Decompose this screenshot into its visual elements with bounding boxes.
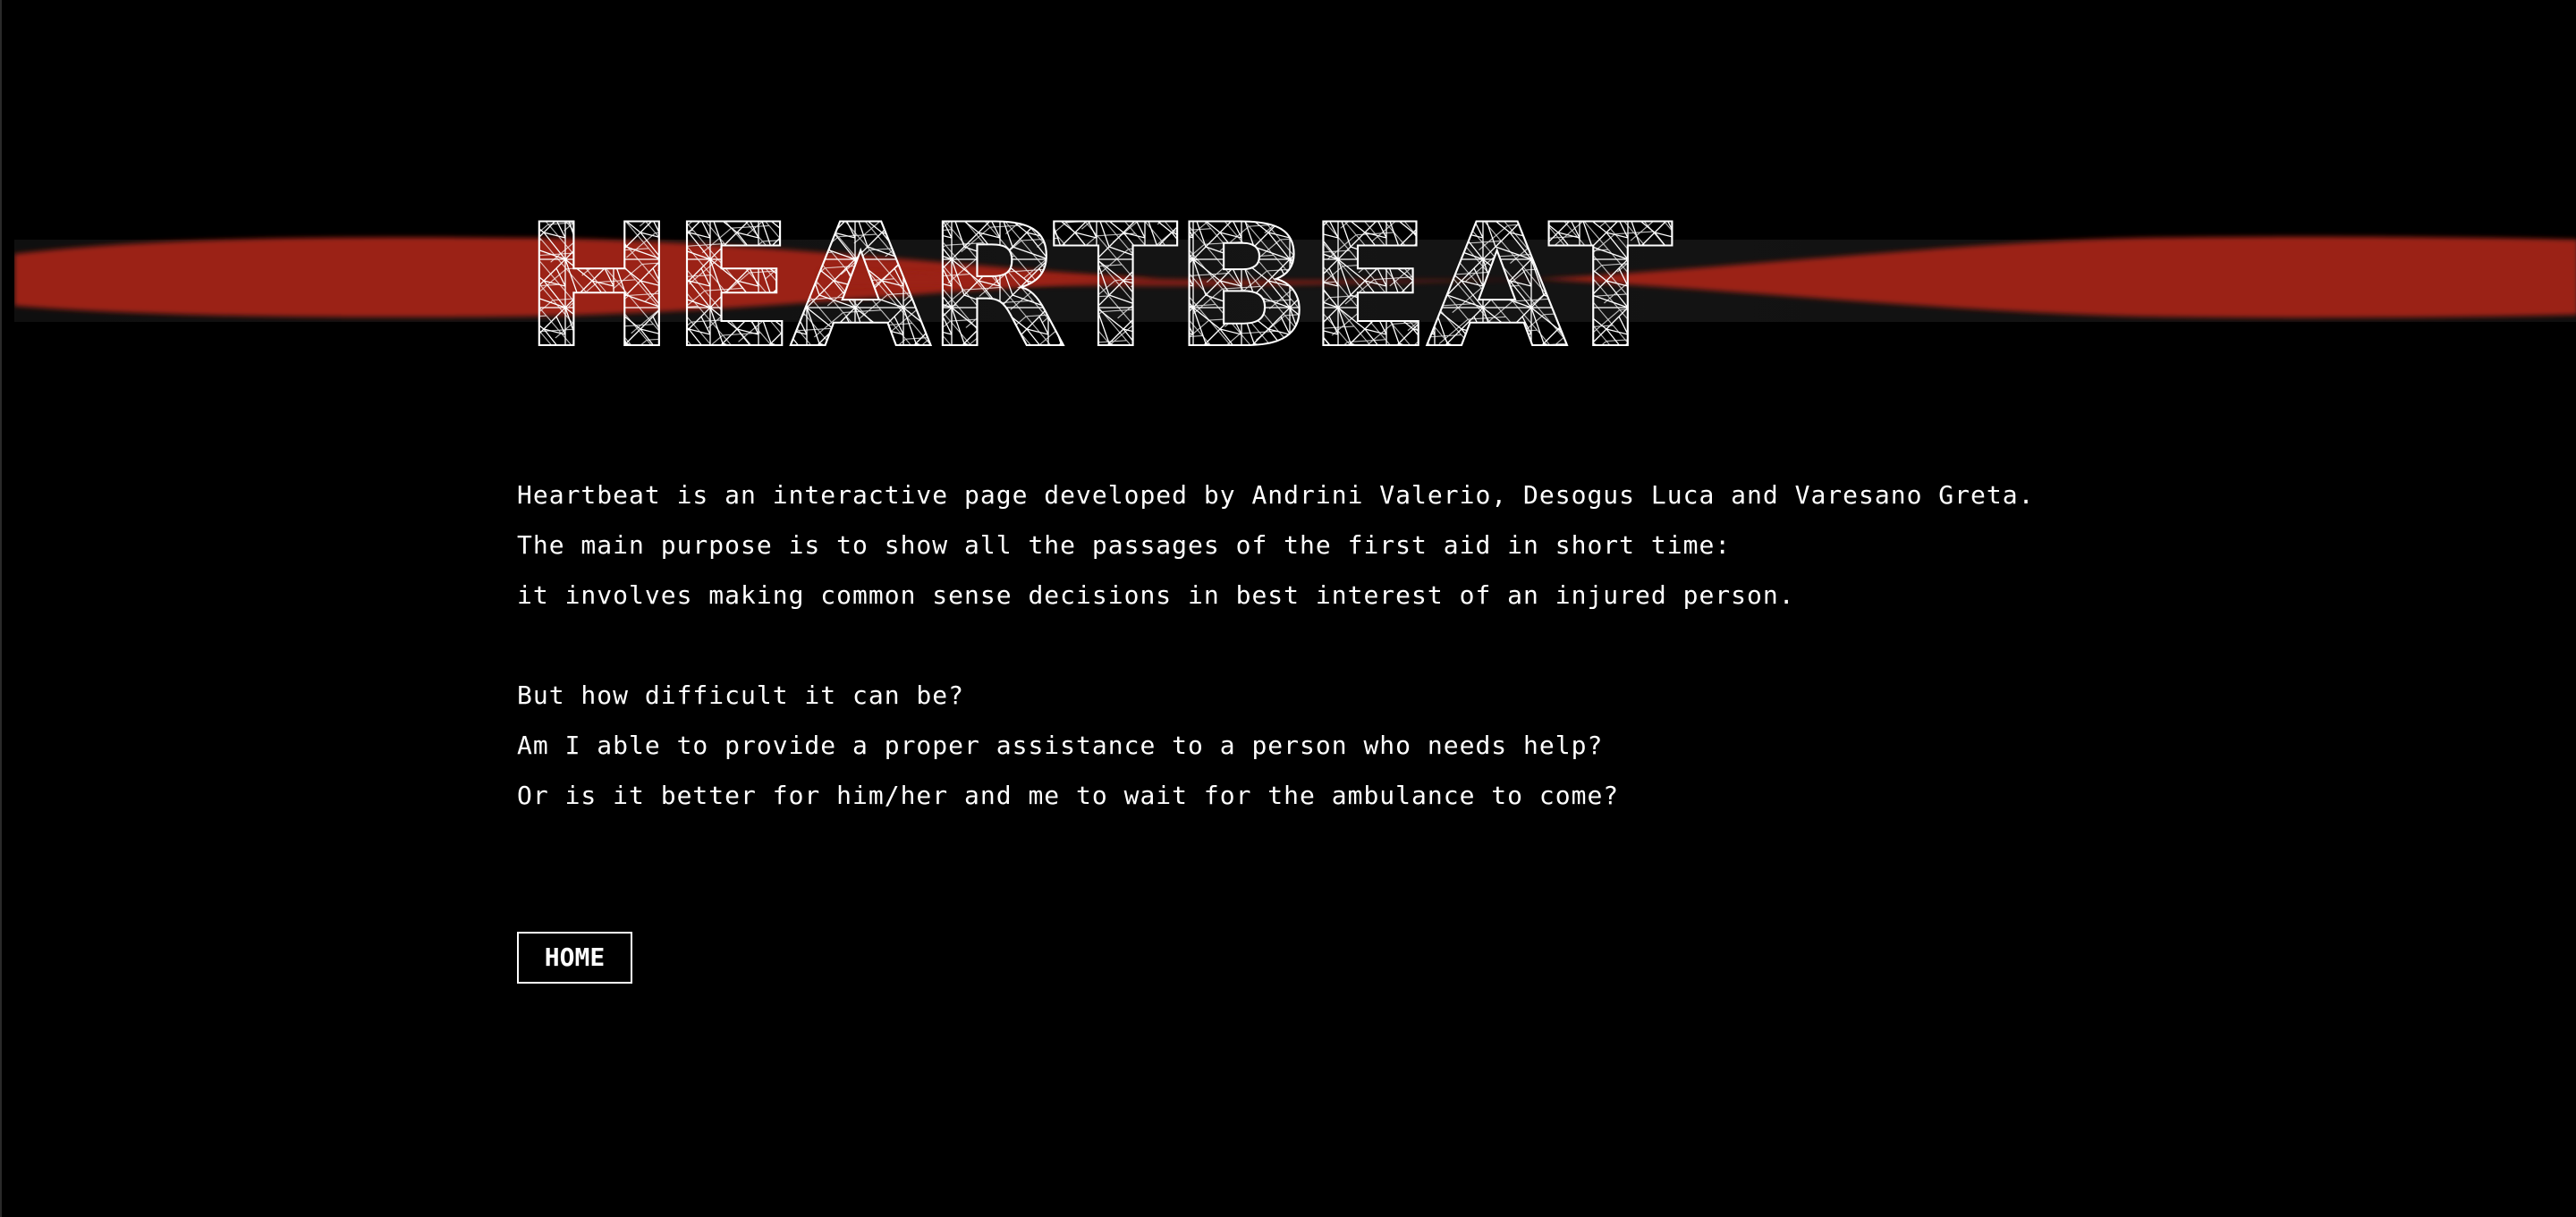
intro-line: Am I able to provide a proper assistance… — [517, 731, 1604, 760]
intro-paragraph: Heartbeat is an interactive page develop… — [517, 470, 2395, 621]
intro-line: Or is it better for him/her and me to wa… — [517, 781, 1620, 810]
questions-paragraph: But how difficult it can be? Am I able t… — [517, 671, 2395, 821]
intro-line: But how difficult it can be? — [517, 680, 965, 710]
intro-text: Heartbeat is an interactive page develop… — [517, 470, 2395, 821]
home-button[interactable]: HOME — [517, 932, 632, 984]
intro-line: The main purpose is to show all the pass… — [517, 530, 1732, 560]
intro-line: Heartbeat is an interactive page develop… — [517, 480, 2035, 510]
page: HEARTBEAT HEARTBEAT Heartbeat is an inte… — [0, 0, 2576, 1217]
svg-text:HEARTBEAT: HEARTBEAT — [522, 211, 1673, 354]
intro-line: it involves making common sense decision… — [517, 580, 1795, 610]
title-container: HEARTBEAT HEARTBEAT — [517, 211, 1680, 354]
page-title: HEARTBEAT HEARTBEAT — [521, 211, 1679, 354]
